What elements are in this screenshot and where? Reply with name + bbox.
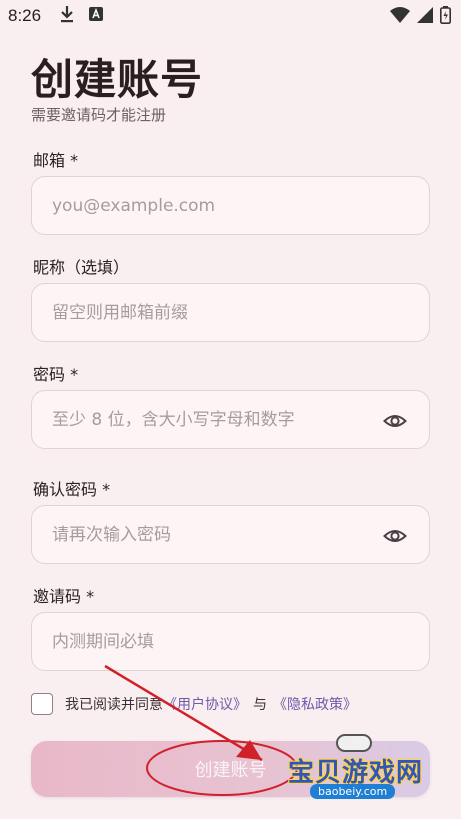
page-title: 创建账号 bbox=[31, 55, 204, 104]
status-time: 8:26 bbox=[8, 6, 42, 25]
email-label: 邮箱 * bbox=[33, 151, 79, 170]
nickname-field[interactable] bbox=[52, 302, 409, 323]
agreement-checkbox[interactable] bbox=[31, 693, 53, 715]
nickname-label: 昵称（选填） bbox=[33, 258, 130, 277]
nickname-field-container[interactable] bbox=[31, 283, 430, 342]
create-account-button[interactable]: 创建账号 bbox=[31, 741, 430, 797]
page-subtitle: 需要邀请码才能注册 bbox=[31, 106, 167, 124]
confirm-password-label: 确认密码 * bbox=[33, 480, 111, 499]
invite-code-field-container[interactable] bbox=[31, 612, 430, 671]
invite-code-field[interactable] bbox=[52, 631, 409, 652]
password-field[interactable] bbox=[52, 409, 409, 430]
signal-icon bbox=[416, 6, 434, 29]
text-a-icon bbox=[89, 6, 104, 26]
confirm-password-field-container[interactable] bbox=[31, 505, 430, 564]
confirm-password-field[interactable] bbox=[52, 524, 409, 545]
password-field-container[interactable] bbox=[31, 390, 430, 449]
privacy-link[interactable]: 《隐私政策》 bbox=[273, 694, 357, 714]
status-bar: 8:26 bbox=[0, 0, 461, 32]
battery-icon bbox=[440, 6, 451, 29]
password-label: 密码 * bbox=[33, 365, 79, 384]
agreement-conjunction: 与 bbox=[253, 697, 267, 713]
eye-icon[interactable] bbox=[383, 409, 407, 433]
email-field-container[interactable] bbox=[31, 176, 430, 235]
eye-icon[interactable] bbox=[383, 524, 407, 548]
agreement-text: 我已阅读并同意 bbox=[65, 697, 163, 713]
terms-link[interactable]: 《用户协议》 bbox=[163, 694, 247, 714]
download-icon bbox=[59, 5, 75, 28]
agreement-row: 我已阅读并同意 《用户协议》 与 《隐私政策》 bbox=[31, 693, 357, 715]
invite-code-label: 邀请码 * bbox=[33, 587, 95, 606]
wifi-icon bbox=[390, 6, 410, 29]
email-field[interactable] bbox=[52, 195, 409, 216]
